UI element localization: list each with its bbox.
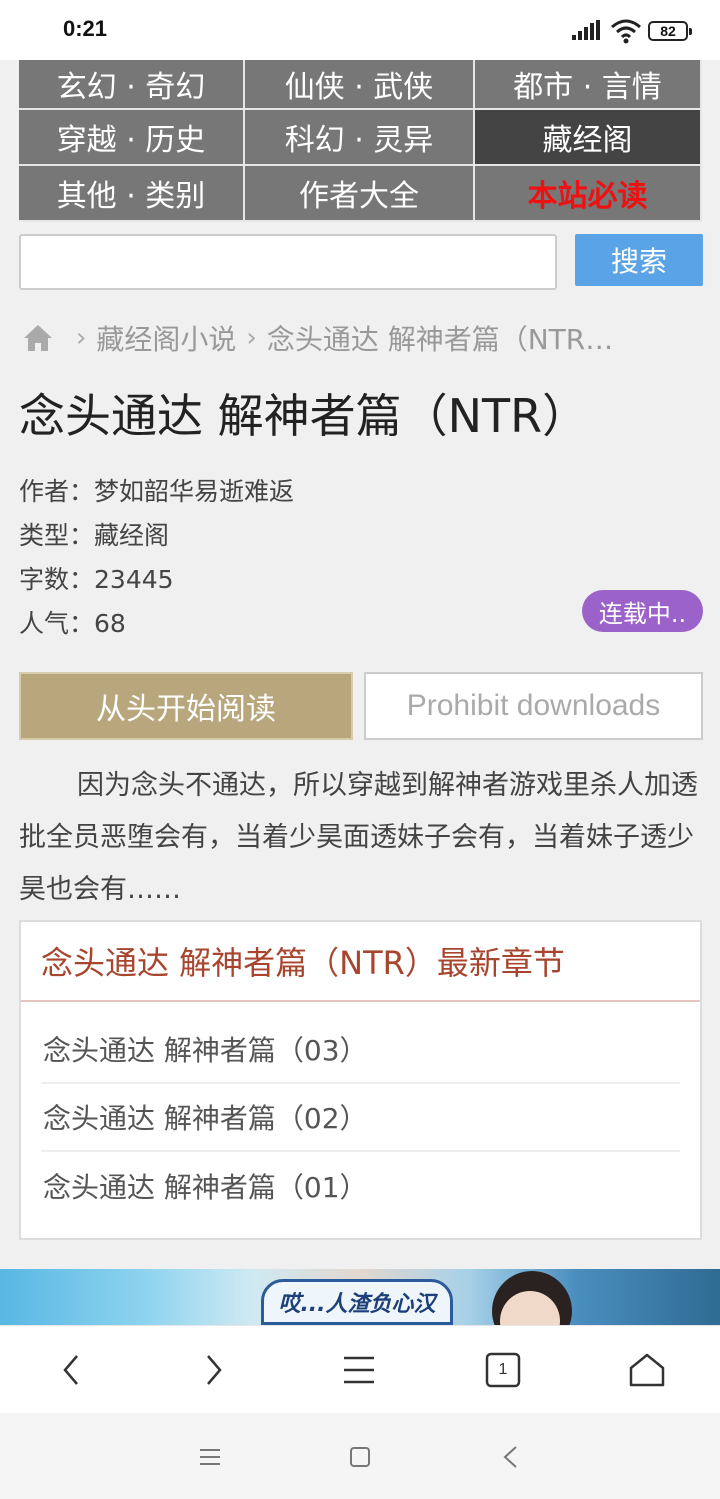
nav-item-other[interactable]: 其他 · 类别: [19, 166, 245, 222]
nav-item-scifi[interactable]: 科幻 · 灵异: [245, 110, 475, 166]
nav-item-urban[interactable]: 都市 · 言情: [475, 60, 702, 110]
signal-icon: [572, 20, 600, 40]
type-value: 藏经阁: [94, 521, 170, 550]
status-bar: 0:21 82: [0, 0, 720, 60]
popularity-label: 人气：: [19, 609, 95, 638]
forward-button[interactable]: [188, 1344, 240, 1396]
nav-item-wuxia[interactable]: 仙侠 · 武侠: [245, 60, 475, 110]
breadcrumb: › 藏经阁小说 › 念头通达 解神者篇（NTR…: [22, 318, 712, 358]
recents-button[interactable]: [190, 1437, 230, 1477]
back-triangle-icon: [503, 1446, 517, 1468]
book-meta: 作者：梦如韶华易逝难返 类型：藏经阁 字数：23445 人气：68: [19, 470, 294, 646]
status-badge: 连载中..: [582, 590, 703, 632]
download-button[interactable]: Prohibit downloads: [364, 672, 703, 740]
battery-indicator: 82: [648, 21, 692, 41]
latest-chapters-heading: 念头通达 解神者篇（NTR）最新章节: [21, 922, 700, 1002]
search-button[interactable]: 搜索: [575, 234, 703, 286]
system-nav-bar: [0, 1413, 720, 1499]
page-content: 玄幻 · 奇幻 仙侠 · 武侠 都市 · 言情 穿越 · 历史 科幻 · 灵异 …: [0, 60, 720, 1269]
menu-icon: [344, 1356, 374, 1384]
chapter-link[interactable]: 念头通达 解神者篇（01）: [41, 1152, 680, 1220]
words-value: 23445: [94, 565, 174, 594]
chapter-link[interactable]: 念头通达 解神者篇（02）: [41, 1084, 680, 1152]
nav-item-must-read[interactable]: 本站必读: [475, 166, 702, 222]
back-button[interactable]: [45, 1344, 97, 1396]
popularity-value: 68: [94, 609, 126, 638]
words-row: 字数：23445: [19, 558, 294, 602]
chevron-left-icon: [63, 1355, 78, 1385]
status-time: 0:21: [63, 16, 108, 41]
nav-item-library[interactable]: 藏经阁: [475, 110, 702, 166]
start-reading-button[interactable]: 从头开始阅读: [19, 672, 353, 740]
tabs-button[interactable]: 1: [477, 1344, 529, 1396]
house-icon: [629, 1353, 665, 1387]
banner-text: 哎...人渣负心汉: [261, 1279, 453, 1325]
tab-count: 1: [498, 1361, 508, 1378]
chapter-link[interactable]: 念头通达 解神者篇（03）: [41, 1016, 680, 1084]
latest-chapters-panel: 念头通达 解神者篇（NTR）最新章节 念头通达 解神者篇（03） 念头通达 解神…: [19, 920, 702, 1240]
words-label: 字数：: [19, 565, 95, 594]
book-description: 因为念头不通达，所以穿越到解神者游戏里杀人加透批全员恶堕会有，当着少昊面透妹子会…: [19, 770, 698, 905]
category-nav: 玄幻 · 奇幻 仙侠 · 武侠 都市 · 言情 穿越 · 历史 科幻 · 灵异 …: [19, 60, 702, 222]
home-button[interactable]: [621, 1344, 673, 1396]
type-label: 类型：: [19, 521, 95, 550]
popularity-row: 人气：68: [19, 602, 294, 646]
ad-banner[interactable]: 哎...人渣负心汉: [0, 1269, 720, 1325]
system-home-button[interactable]: [340, 1437, 380, 1477]
chapter-list: 念头通达 解神者篇（03） 念头通达 解神者篇（02） 念头通达 解神者篇（01…: [21, 1002, 700, 1220]
wifi-icon: [611, 19, 641, 44]
home-icon[interactable]: [22, 323, 54, 353]
breadcrumb-current: 念头通达 解神者篇（NTR…: [266, 323, 614, 356]
breadcrumb-separator-icon: ›: [246, 323, 257, 353]
author-name[interactable]: 梦如韶华易逝难返: [94, 477, 294, 506]
system-back-button[interactable]: [490, 1437, 530, 1477]
square-icon: [350, 1447, 370, 1467]
menu-button[interactable]: [333, 1344, 385, 1396]
author-row: 作者：梦如韶华易逝难返: [19, 470, 294, 514]
breadcrumb-category[interactable]: 藏经阁小说: [96, 318, 236, 358]
author-label: 作者：: [19, 477, 95, 506]
browser-toolbar: 1: [0, 1325, 720, 1413]
search-input[interactable]: [19, 234, 557, 290]
type-row: 类型：藏经阁: [19, 514, 294, 558]
page-title: 念头通达 解神者篇（NTR）: [19, 389, 589, 443]
nav-item-authors[interactable]: 作者大全: [245, 166, 475, 222]
recents-icon: [200, 1449, 220, 1465]
nav-item-fantasy[interactable]: 玄幻 · 奇幻: [19, 60, 245, 110]
chevron-right-icon: [207, 1355, 222, 1385]
nav-item-history[interactable]: 穿越 · 历史: [19, 110, 245, 166]
breadcrumb-separator-icon: ›: [76, 323, 87, 353]
